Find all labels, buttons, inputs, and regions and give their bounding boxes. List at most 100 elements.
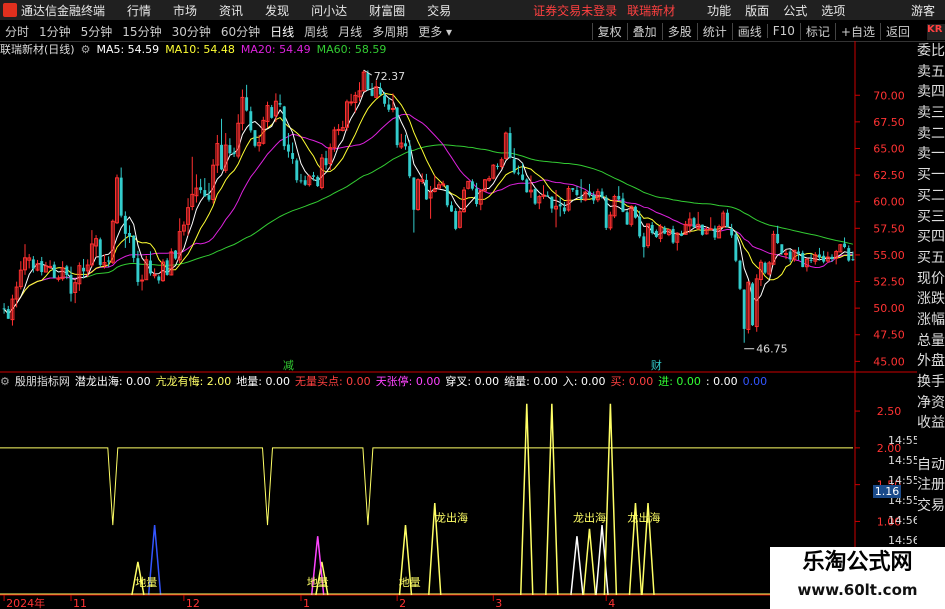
statistics-button[interactable]: 统计 xyxy=(696,22,732,40)
side-panel-label[interactable]: 现价 xyxy=(917,269,945,290)
indicator-peak xyxy=(545,403,559,596)
side-panel-label[interactable]: 卖二 xyxy=(917,124,945,145)
candle-body xyxy=(475,188,479,205)
menu-item-market[interactable]: 市场 xyxy=(173,2,197,19)
indicator-peak xyxy=(582,528,597,596)
menu-item-function[interactable]: 功能 xyxy=(707,2,731,19)
candle-body xyxy=(634,206,637,218)
side-panel-label[interactable]: 涨跌 xyxy=(917,289,945,310)
candle-body xyxy=(751,283,755,326)
indicator-item: 亢龙有悔: 2.00 xyxy=(155,375,232,388)
period-intraday[interactable]: 分时 xyxy=(5,23,29,40)
side-panel-label[interactable]: 涨幅 xyxy=(917,310,945,331)
indicator-name[interactable]: 殷朋指标网 xyxy=(15,373,70,389)
candle-body xyxy=(847,248,851,261)
menu-item-wealth[interactable]: 财富圈 xyxy=(369,2,405,19)
price-tick-label: 50.00 xyxy=(873,302,905,315)
draw-line-button[interactable]: 画线 xyxy=(731,22,767,40)
app-logo-icon xyxy=(3,3,17,17)
f10-button[interactable]: F10 xyxy=(766,24,800,38)
period-1min[interactable]: 1分钟 xyxy=(39,23,71,40)
settings-icon[interactable]: ⚙ xyxy=(81,43,91,56)
period-30min[interactable]: 30分钟 xyxy=(172,23,211,40)
candle-body xyxy=(780,244,784,253)
indicator-tick-label: 2.50 xyxy=(877,405,902,418)
period-weekly[interactable]: 周线 xyxy=(304,23,328,40)
candle-body xyxy=(119,177,123,216)
side-panel-label[interactable]: 卖五 xyxy=(917,62,945,83)
candle-body xyxy=(295,160,299,181)
candle-body xyxy=(132,235,136,258)
indicator-settings-icon[interactable]: ⚙ xyxy=(0,375,10,388)
period-daily[interactable]: 日线 xyxy=(270,23,294,40)
candle-body xyxy=(441,183,446,186)
side-panel-label[interactable]: 买三 xyxy=(917,207,945,228)
crosshair-value-badge: 1.16 xyxy=(873,485,901,498)
menu-item-trade[interactable]: 交易 xyxy=(427,2,451,19)
indicator-text-label: 地量 xyxy=(399,576,421,589)
side-panel-label[interactable]: 注册 xyxy=(917,475,945,496)
menu-item-news[interactable]: 资讯 xyxy=(219,2,243,19)
menu-item-layout[interactable]: 版面 xyxy=(745,2,769,19)
candle-body xyxy=(316,176,320,187)
side-panel-label[interactable]: 卖一 xyxy=(917,144,945,165)
side-panel-label[interactable]: 买四 xyxy=(917,227,945,248)
price-tick-label: 45.00 xyxy=(873,355,905,368)
indicator-item: 地量: 0.00 xyxy=(236,375,290,388)
guest-user[interactable]: 游客 xyxy=(911,2,935,19)
candle-body xyxy=(738,260,742,289)
side-panel-label[interactable]: 换手 xyxy=(917,372,945,393)
side-panel-label[interactable]: 自动 xyxy=(917,455,945,476)
candle-body xyxy=(604,197,608,228)
menu-item-ask[interactable]: 问小达 xyxy=(311,2,347,19)
side-panel-label[interactable]: 外盘 xyxy=(917,351,945,372)
time-label: 14:56 xyxy=(888,534,917,547)
login-warning[interactable]: 证券交易未登录 xyxy=(533,2,617,19)
indicator-text-label: 龙出海 xyxy=(573,510,606,524)
menu-item-discover[interactable]: 发现 xyxy=(265,2,289,19)
side-panel-label[interactable]: 卖三 xyxy=(917,103,945,124)
side-panel-label[interactable]: 委比 xyxy=(917,41,945,62)
period-monthly[interactable]: 月线 xyxy=(338,23,362,40)
period-15min[interactable]: 15分钟 xyxy=(122,23,161,40)
side-panel-label[interactable]: 净资 xyxy=(917,393,945,414)
indicator-item: : 0.00 xyxy=(705,374,738,388)
candle-body xyxy=(521,174,525,180)
candle-body xyxy=(562,207,566,212)
add-watchlist-button[interactable]: +自选 xyxy=(834,22,880,40)
candle-body xyxy=(730,228,734,236)
back-button[interactable]: 返回 xyxy=(879,22,915,40)
candle-body xyxy=(303,180,307,185)
candle-body xyxy=(700,224,704,235)
period-multi[interactable]: 多周期 xyxy=(372,23,408,40)
candle-body xyxy=(445,185,449,206)
side-panel-label[interactable]: 买二 xyxy=(917,186,945,207)
candle-body xyxy=(98,239,102,265)
candle-body xyxy=(404,143,407,147)
period-60min[interactable]: 60分钟 xyxy=(221,23,260,40)
side-panel-label[interactable]: 交易 xyxy=(917,496,945,517)
candle-body xyxy=(220,144,223,170)
period-5min[interactable]: 5分钟 xyxy=(81,23,113,40)
side-panel-label[interactable]: 卖四 xyxy=(917,82,945,103)
side-panel-label[interactable]: 买五 xyxy=(917,248,945,269)
menu-item-formula[interactable]: 公式 xyxy=(783,2,807,19)
overlay-button[interactable]: 叠加 xyxy=(626,22,662,40)
adjust-button[interactable]: 复权 xyxy=(591,22,627,40)
candle-body xyxy=(734,234,738,261)
mark-button[interactable]: 标记 xyxy=(799,22,835,40)
price-tick-label: 55.00 xyxy=(873,249,905,262)
current-stock-name: 联瑞新材 xyxy=(627,3,676,18)
candle-body xyxy=(228,145,232,154)
candle-body xyxy=(82,267,86,272)
side-panel-label[interactable]: 买一 xyxy=(917,165,945,186)
kline-chart[interactable]: 70.00 67.50 65.00 62.50 60.00 57.50 55.00 52.50… xyxy=(0,41,917,609)
multi-stock-button[interactable]: 多股 xyxy=(661,22,697,40)
side-panel-label[interactable]: 总量 xyxy=(917,331,945,352)
menu-item-quotes[interactable]: 行情 xyxy=(127,2,151,19)
candle-body xyxy=(48,265,53,268)
stock-code-corner: KR xyxy=(927,24,945,40)
side-panel-label[interactable]: 收益 xyxy=(917,413,945,434)
menu-item-options[interactable]: 选项 xyxy=(821,2,845,19)
period-more[interactable]: 更多 ▾ xyxy=(418,23,452,40)
